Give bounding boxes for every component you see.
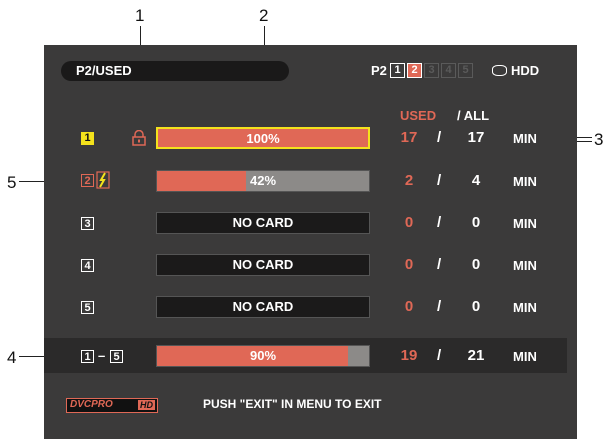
capacity-bar-total: 90% [156,345,370,367]
exit-message: PUSH "EXIT" IN MENU TO EXIT [203,397,382,411]
slash-1: / [437,129,442,146]
capacity-percent-2: 42% [249,173,277,188]
slot-number-3: 3 [81,217,94,230]
all-4: 0 [471,256,481,273]
min-5: MIN [513,300,537,315]
total-range-end: 5 [110,350,123,363]
slot-indicator-2: 2 [407,63,422,78]
slot-indicator-5: 5 [458,63,473,78]
slot-indicator-4: 4 [441,63,456,78]
used-3: 0 [404,214,414,231]
slash-3: / [437,214,442,231]
hdd-icon [492,65,507,76]
slot-indicator-3: 3 [424,63,439,78]
all-2: 4 [471,172,481,189]
camera-screen: P2/USED P2 1 2 3 4 5 HDD USED / ALL 1 10… [44,45,577,439]
capacity-bar-4: NO CARD [156,254,370,276]
used-4: 0 [404,256,414,273]
min-3: MIN [513,216,537,231]
capacity-status-3: NO CARD [232,215,294,230]
slot-indicator-1: 1 [390,63,405,78]
used-1: 17 [400,129,418,146]
capacity-bar-1: 100% [156,127,370,149]
all-total: 21 [467,347,485,364]
min-1: MIN [513,131,537,146]
slot-number-4: 4 [81,259,94,272]
mode-label: P2/USED [76,63,132,78]
used-5: 0 [404,298,414,315]
capacity-status-5: NO CARD [232,299,294,314]
lock-icon [132,130,146,146]
min-total: MIN [513,349,537,364]
used-total: 19 [400,347,418,364]
capacity-status-4: NO CARD [232,257,294,272]
total-range-separator: – [98,348,106,363]
callout-4: 4 [7,348,17,367]
used-header: USED [400,108,437,123]
used-2: 2 [404,172,414,189]
callout-1: 1 [135,6,145,25]
logo-main: DVCPRO [70,399,113,410]
all-header: / ALL [457,108,490,123]
total-range-start: 1 [81,350,94,363]
all-5: 0 [471,298,481,315]
all-3: 0 [471,214,481,231]
callout-3: 3 [594,130,604,149]
min-2: MIN [513,174,537,189]
slot-number-5: 5 [81,301,94,314]
slot-number-2: 2 [81,174,94,187]
hdd-label: HDD [511,63,540,78]
capacity-bar-3: NO CARD [156,212,370,234]
all-1: 17 [467,129,485,146]
capacity-percent-1: 100% [246,131,280,146]
slot-number-1: 1 [81,132,94,145]
write-protect-icon [96,171,110,189]
callout-2: 2 [259,6,269,25]
slash-total: / [437,347,442,364]
slash-4: / [437,256,442,273]
callout-5: 5 [7,173,17,192]
slash-2: / [437,172,442,189]
capacity-bar-5: NO CARD [156,296,370,318]
logo-hd: HD [138,400,155,410]
dvcpro-hd-logo: DVCPRO HD [66,398,158,413]
min-4: MIN [513,258,537,273]
capacity-percent-total: 90% [249,348,277,363]
slash-5: / [437,298,442,315]
media-label: P2 [371,63,387,78]
capacity-bar-2: 42% [156,170,370,192]
